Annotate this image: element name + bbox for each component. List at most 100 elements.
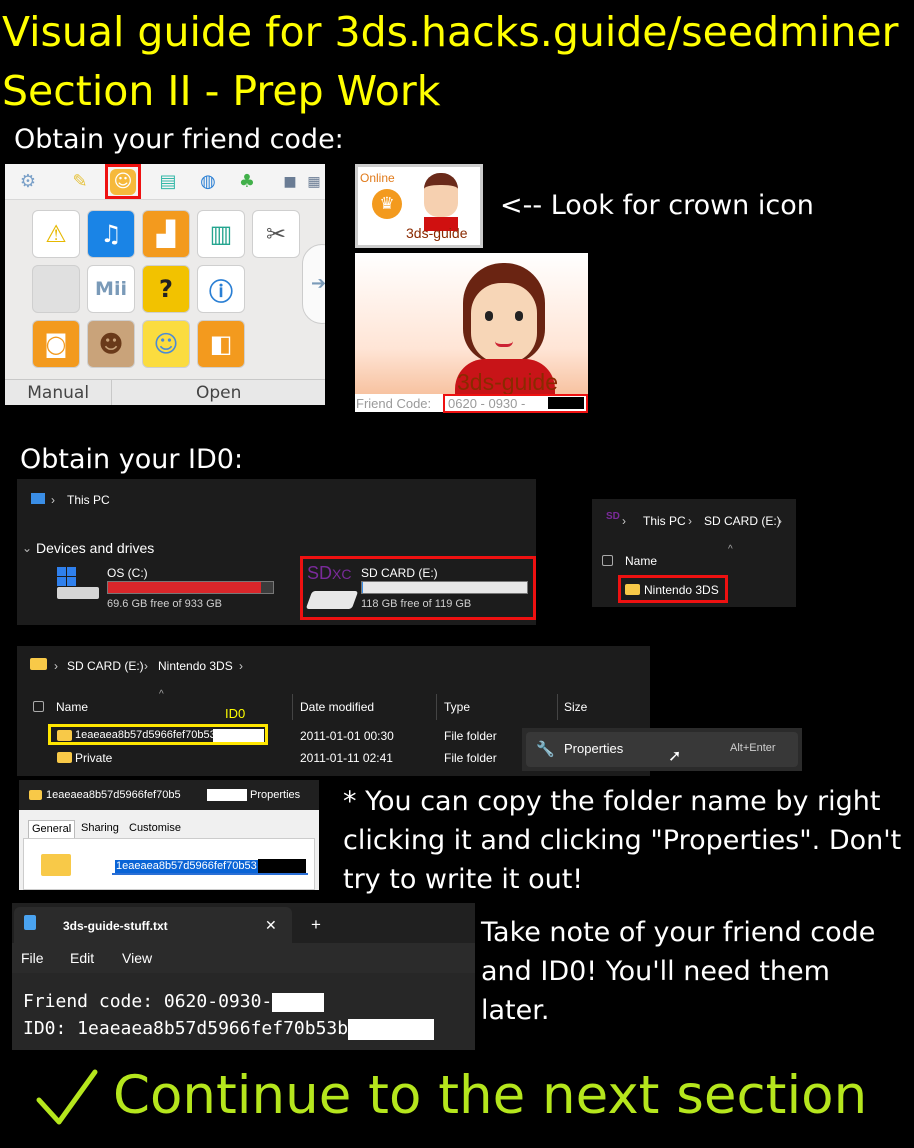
chevron-down-icon[interactable]: ⌄ bbox=[22, 542, 32, 554]
breadcrumb-sd-card[interactable]: SD CARD (E:) bbox=[704, 515, 781, 527]
menu-edit[interactable]: Edit bbox=[70, 951, 94, 965]
properties-label[interactable]: Properties bbox=[564, 742, 623, 755]
private-folder-name[interactable]: Private bbox=[75, 752, 112, 764]
column-header-type[interactable]: Type bbox=[444, 701, 470, 713]
sdxc-logo: SDXC bbox=[307, 563, 351, 584]
shop-bag-tile-icon[interactable]: ▟ bbox=[142, 210, 190, 258]
friend-code-label: Friend Code: bbox=[356, 396, 432, 411]
drive-c-usage-bar bbox=[107, 581, 274, 594]
mii-maker-tile-icon[interactable]: Mii bbox=[87, 265, 135, 313]
menu-file[interactable]: File bbox=[21, 951, 44, 965]
tab-customise[interactable]: Customise bbox=[129, 823, 181, 834]
drive-e-usage-bar bbox=[361, 581, 528, 594]
home-top-bar: ⚙ ✎ ☺ ▤ ◍ ♣ ■ ▦ bbox=[5, 164, 325, 200]
activity-log-tile-icon[interactable]: ▥ bbox=[197, 210, 245, 258]
column-header-name[interactable]: Name bbox=[56, 701, 88, 713]
properties-shortcut: Alt+Enter bbox=[730, 742, 776, 754]
properties-dialog: 1eaeaea8b57d5966fef70b5 Properties Gener… bbox=[19, 780, 319, 890]
column-header-date[interactable]: Date modified bbox=[300, 701, 374, 713]
empty-slot-tile[interactable] bbox=[32, 265, 80, 313]
camera-icon: ■ bbox=[283, 174, 297, 190]
nintendo-3ds-folder[interactable]: Nintendo 3DS bbox=[644, 584, 719, 596]
breadcrumb-nintendo-3ds[interactable]: Nintendo 3DS bbox=[158, 660, 233, 672]
page-title-line1: Visual guide for 3ds.hacks.guide/seedmin… bbox=[2, 8, 899, 56]
new-tab-icon[interactable]: + bbox=[311, 916, 321, 933]
chevron-right-icon: › bbox=[51, 493, 55, 507]
notepad-file-icon bbox=[24, 915, 36, 930]
folder-icon bbox=[30, 658, 47, 670]
home-button-bar: Manual Open bbox=[5, 379, 325, 405]
chevron-right-icon: › bbox=[622, 514, 626, 528]
manual-button[interactable]: Manual bbox=[5, 380, 112, 405]
row-date: 2011-01-01 00:30 bbox=[300, 729, 394, 743]
mii-eye-left bbox=[485, 311, 493, 321]
sdxc-logo-main: SD bbox=[307, 563, 333, 583]
name-column-header[interactable]: Name bbox=[625, 555, 657, 567]
menu-view[interactable]: View bbox=[122, 951, 152, 965]
breadcrumb-sd-card[interactable]: SD CARD (E:) bbox=[67, 660, 144, 672]
tab-general[interactable]: General bbox=[28, 820, 76, 838]
3ds-home-menu: ⚙ ✎ ☺ ▤ ◍ ♣ ■ ▦ ⚠ ♫ ▟ ▥ ✂ Mii ? ⓘ ◙ ☻ ☺ … bbox=[5, 164, 325, 405]
id0-folder-name[interactable]: 1eaeaea8b57d5966fef70b53 bbox=[75, 730, 216, 741]
crown-hint: <-- Look for crown icon bbox=[500, 190, 814, 221]
mii-face bbox=[471, 283, 537, 363]
chevron-right-icon: › bbox=[144, 659, 148, 673]
column-header-size[interactable]: Size bbox=[564, 701, 587, 713]
ar-games-tile-icon[interactable]: ◧ bbox=[197, 320, 245, 368]
scroll-arrow-icon[interactable]: ➔ bbox=[302, 244, 325, 324]
open-button[interactable]: Open bbox=[111, 380, 325, 405]
folder-icon bbox=[57, 730, 72, 741]
close-icon[interactable]: ✕ bbox=[265, 918, 277, 932]
chevron-right-icon: › bbox=[239, 659, 243, 673]
system-settings-tile-icon[interactable]: ✂ bbox=[252, 210, 300, 258]
properties-title-suffix: Properties bbox=[250, 789, 301, 801]
drive-c-name[interactable]: OS (C:) bbox=[107, 567, 148, 579]
settings-wrench-icon: ⚙ bbox=[19, 171, 37, 192]
drive-e-name[interactable]: SD CARD (E:) bbox=[361, 567, 438, 579]
checkmark-icon bbox=[36, 1069, 98, 1125]
notepad-line-friend-code: Friend code: 0620-0930- bbox=[23, 990, 325, 1013]
drive-c-icon[interactable] bbox=[57, 567, 99, 599]
continue-link[interactable]: Continue to the next section bbox=[113, 1066, 867, 1125]
warning-tile-icon[interactable]: ⚠ bbox=[32, 210, 80, 258]
crown-icon: ♛ bbox=[372, 189, 402, 219]
devices-section-label[interactable]: Devices and drives bbox=[36, 541, 154, 555]
mouse-cursor-icon: ➚ bbox=[668, 748, 682, 765]
large-folder-icon bbox=[41, 854, 71, 876]
column-divider bbox=[292, 694, 293, 720]
mystery-tile-icon[interactable]: ? bbox=[142, 265, 190, 313]
select-all-checkbox[interactable] bbox=[33, 701, 44, 712]
notifications-icon: ▤ bbox=[159, 171, 177, 192]
friend-list-highlight bbox=[105, 164, 141, 199]
streetpass-tile-icon[interactable]: ☻ bbox=[87, 320, 135, 368]
id0-redaction bbox=[213, 729, 264, 742]
browser-globe-icon: ◍ bbox=[200, 171, 216, 192]
notepad-line-id0: ID0: 1eaeaea8b57d5966fef70b53b bbox=[23, 1017, 435, 1040]
mii-name-small: 3ds-guide bbox=[406, 225, 468, 241]
friend-code-redaction bbox=[548, 397, 584, 409]
properties-title-prefix: 1eaeaea8b57d5966fef70b5 bbox=[46, 789, 181, 801]
face-raiders-tile-icon[interactable]: ☺ bbox=[142, 320, 190, 368]
music-tile-icon[interactable]: ♫ bbox=[87, 210, 135, 258]
mii-card-small: Online ♛ 3ds-guide bbox=[355, 164, 483, 248]
row-date: 2011-01-11 02:41 bbox=[300, 751, 393, 765]
breadcrumb-this-pc[interactable]: This PC bbox=[643, 515, 686, 527]
download-play-tile-icon[interactable]: ⓘ bbox=[197, 265, 245, 313]
monitor-icon bbox=[31, 493, 45, 504]
explorer-sd-card: SD › This PC › SD CARD (E:) › ^ Name Nin… bbox=[592, 499, 796, 607]
take-note-text: Take note of your friend code and ID0! Y… bbox=[481, 917, 876, 1026]
notepad-tab-title[interactable]: 3ds-guide-stuff.txt bbox=[63, 920, 168, 932]
mii-tile-label: Mii bbox=[95, 278, 127, 300]
breadcrumb-this-pc[interactable]: This PC bbox=[67, 494, 110, 506]
select-all-checkbox[interactable] bbox=[602, 555, 613, 566]
step2-heading: Obtain your ID0: bbox=[20, 444, 244, 475]
wrench-icon: 🔧 bbox=[536, 741, 555, 758]
tab-sharing[interactable]: Sharing bbox=[81, 823, 119, 834]
page-title-line2: Section II - Prep Work bbox=[2, 67, 441, 115]
folder-name-selected[interactable]: 1eaeaea8b57d5966fef70b53 bbox=[115, 860, 258, 873]
context-menu: 🔧 Properties Alt+Enter ➚ bbox=[522, 728, 802, 771]
sd-drive-icon[interactable] bbox=[305, 591, 359, 609]
camera-tile-icon[interactable]: ◙ bbox=[32, 320, 80, 368]
sdxc-logo-sub: XC bbox=[332, 566, 352, 582]
friend-code-value: 0620 - 0930 - bbox=[448, 396, 526, 411]
